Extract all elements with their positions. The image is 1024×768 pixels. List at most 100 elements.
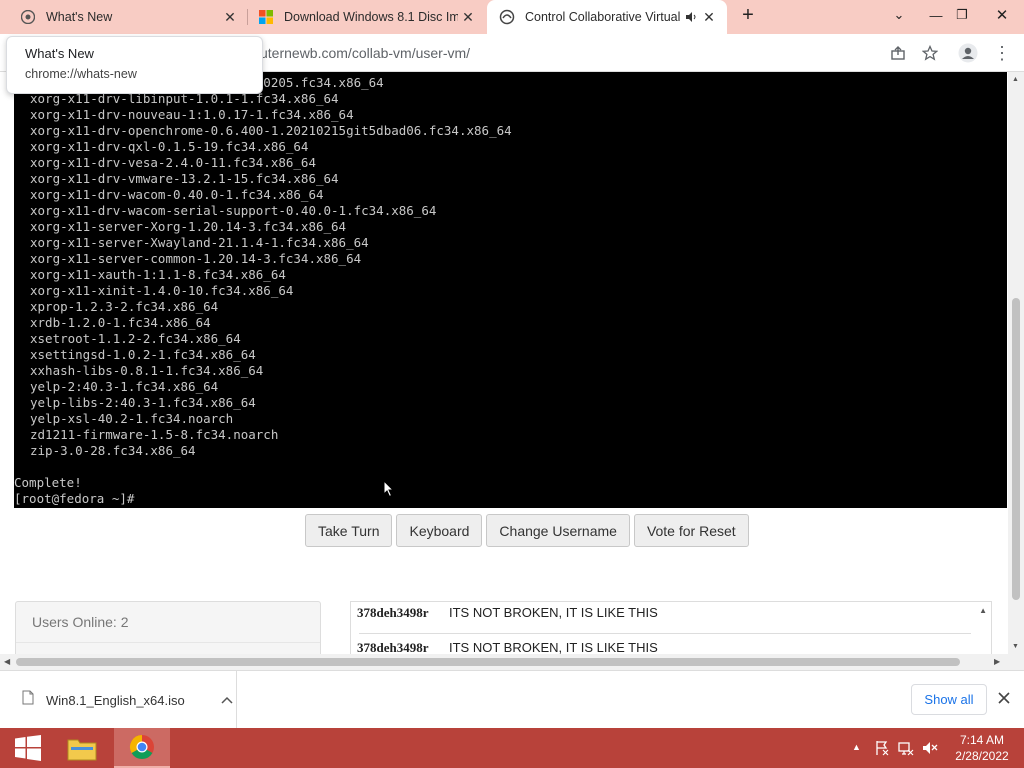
terminal-line: xorg-x11-drv-vesa-2.4.0-11.fc34.x86_64: [30, 155, 316, 170]
terminal-line: xorg-x11-drv-wacom-serial-support-0.40.0…: [30, 203, 437, 218]
new-tab-button[interactable]: +: [731, 0, 765, 30]
chat-message: 378deh3498r ITS NOT BROKEN, IT IS LIKE T…: [357, 640, 658, 654]
terminal-line: zip-3.0-28.fc34.x86_64: [30, 443, 196, 458]
file-icon: [22, 690, 34, 710]
chat-text: ITS NOT BROKEN, IT IS LIKE THIS: [449, 640, 658, 654]
scroll-left-icon[interactable]: ◀: [4, 657, 10, 666]
tab-collabvm[interactable]: Control Collaborative Virtual ✕: [487, 0, 727, 34]
terminal-line: xorg-x11-server-Xwayland-21.1.4-1.fc34.x…: [30, 235, 369, 250]
vote-reset-button[interactable]: Vote for Reset: [633, 514, 749, 547]
terminal-line: xsetroot-1.1.2-2.fc34.x86_64: [30, 331, 241, 346]
mouse-cursor-icon: [383, 480, 395, 498]
collabvm-icon: [499, 9, 515, 25]
keyboard-button[interactable]: Keyboard: [396, 514, 483, 547]
tab-title: Download Windows 8.1 Disc Ima: [284, 10, 458, 24]
terminal-line: xorg-x11-drv-vmware-13.2.1-15.fc34.x86_6…: [30, 171, 339, 186]
scroll-down-icon[interactable]: ▼: [1012, 643, 1019, 650]
tab-title: What's New: [46, 10, 113, 24]
chrome-icon: [20, 9, 36, 25]
horizontal-scrollbar[interactable]: ◀ ▶: [0, 654, 1024, 670]
scroll-up-icon[interactable]: ▲: [1012, 76, 1019, 83]
tab-search-icon[interactable]: ⌄: [882, 0, 916, 30]
terminal-line: xorg-x11-xinit-1.4.0-10.fc34.x86_64: [30, 283, 294, 298]
terminal-line: zd1211-firmware-1.5-8.fc34.noarch: [30, 427, 279, 442]
terminal-line: xorg-x11-drv-nouveau-1:1.0.17-1.fc34.x86…: [30, 107, 354, 122]
take-turn-button[interactable]: Take Turn: [305, 514, 393, 547]
chat-message: 378deh3498r ITS NOT BROKEN, IT IS LIKE T…: [357, 605, 658, 621]
download-filename: Win8.1_English_x64.iso: [46, 692, 185, 708]
terminal-line: xprop-1.2.3-2.fc34.x86_64: [30, 299, 219, 314]
vm-screen-terminal[interactable]: 0.20200205.fc34.x86_64 xorg-x11-drv-libin…: [14, 72, 1007, 508]
close-tab-icon[interactable]: ✕: [458, 7, 478, 27]
terminal-complete-line: Complete!: [14, 475, 82, 490]
terminal-line: yelp-libs-2:40.3-1.fc34.x86_64: [30, 395, 256, 410]
chrome-taskbar-button[interactable]: [114, 728, 170, 768]
scroll-thumb[interactable]: [1012, 298, 1020, 600]
bookmark-star-icon[interactable]: [918, 41, 942, 65]
share-icon[interactable]: [886, 41, 910, 65]
tooltip-url: chrome://whats-new: [25, 67, 137, 81]
clock-date: 2/28/2022: [955, 749, 1009, 763]
terminal-line: yelp-xsl-40.2-1.fc34.noarch: [30, 411, 234, 426]
chat-username: 378deh3498r: [357, 605, 429, 620]
clock-time: 7:14 AM: [959, 733, 1005, 747]
tab-strip: What's New ✕ Download Windows 8.1 Disc I…: [0, 0, 1024, 34]
tab-hover-tooltip: What's New chrome://whats-new: [6, 36, 263, 94]
terminal-line: xorg-x11-drv-wacom-0.40.0-1.fc34.x86_64: [30, 187, 324, 202]
file-explorer-button[interactable]: [54, 728, 110, 768]
close-download-bar-icon[interactable]: [998, 691, 1010, 709]
chat-panel: 378deh3498r ITS NOT BROKEN, IT IS LIKE T…: [350, 601, 992, 654]
terminal-line: xorg-x11-xauth-1:1.1-8.fc34.x86_64: [30, 267, 286, 282]
users-online-panel: Users Online: 2: [15, 601, 321, 654]
page-viewport: 0.20200205.fc34.x86_64 xorg-x11-drv-libin…: [0, 72, 1008, 654]
chat-scroll-up-icon[interactable]: ▲: [979, 606, 987, 615]
vm-control-buttons: Take Turn Keyboard Change Username Vote …: [305, 514, 749, 547]
terminal-line: xorg-x11-drv-openchrome-0.6.400-1.202102…: [30, 123, 512, 138]
close-tab-icon[interactable]: ✕: [699, 7, 719, 27]
profile-avatar-icon[interactable]: [956, 41, 980, 65]
windows-taskbar: ▲ 7:14 AM 2/28/2022: [0, 728, 1024, 768]
url-text: uternewb.com/collab-vm/user-vm/: [260, 45, 471, 61]
tab-download-windows[interactable]: Download Windows 8.1 Disc Ima ✕: [248, 0, 486, 34]
vertical-scrollbar[interactable]: ▲ ▼: [1008, 72, 1024, 654]
address-bar[interactable]: uternewb.com/collab-vm/user-vm/: [246, 39, 876, 67]
windows-start-icon: [15, 735, 41, 761]
chat-username: 378deh3498r: [357, 640, 429, 654]
menu-kebab-icon[interactable]: ⋮: [990, 41, 1014, 65]
tab-title: Control Collaborative Virtual: [525, 10, 681, 24]
terminal-line: xrdb-1.2.0-1.fc34.x86_64: [30, 315, 211, 330]
folder-icon: [67, 739, 97, 761]
chat-text: ITS NOT BROKEN, IT IS LIKE THIS: [449, 605, 658, 620]
download-bar: Win8.1_English_x64.iso Show all: [0, 670, 1024, 729]
chat-divider: [359, 633, 971, 634]
scroll-right-icon[interactable]: ▶: [994, 657, 1000, 666]
terminal-line: xorg-x11-server-Xorg-1.20.14-3.fc34.x86_…: [30, 219, 347, 234]
chevron-up-icon[interactable]: [221, 691, 233, 709]
system-clock[interactable]: 7:14 AM 2/28/2022: [946, 732, 1018, 764]
close-tab-icon[interactable]: ✕: [220, 7, 240, 27]
volume-muted-icon[interactable]: [922, 740, 938, 759]
action-center-flag-icon[interactable]: [874, 740, 890, 759]
close-window-button[interactable]: ✕: [985, 0, 1019, 30]
download-item[interactable]: Win8.1_English_x64.iso: [0, 671, 237, 729]
users-online-header: Users Online: 2: [16, 602, 320, 643]
show-all-button[interactable]: Show all: [911, 684, 987, 715]
terminal-line: yelp-2:40.3-1.fc34.x86_64: [30, 379, 219, 394]
terminal-line: xorg-x11-server-common-1.20.14-3.fc34.x8…: [30, 251, 362, 266]
windows-logo-icon: [258, 9, 274, 25]
change-username-button[interactable]: Change Username: [486, 514, 630, 547]
terminal-line: xsettingsd-1.0.2-1.fc34.x86_64: [30, 347, 256, 362]
scroll-thumb[interactable]: [16, 658, 960, 666]
tray-overflow-icon[interactable]: ▲: [852, 742, 861, 752]
restore-button[interactable]: ❐: [945, 0, 979, 30]
terminal-line: xorg-x11-drv-qxl-0.1.5-19.fc34.x86_64: [30, 139, 309, 154]
network-icon[interactable]: [898, 740, 914, 759]
tab-whats-new[interactable]: What's New ✕: [0, 0, 248, 34]
speaker-icon[interactable]: [683, 11, 699, 23]
start-button[interactable]: [0, 728, 56, 768]
tooltip-title: What's New: [25, 46, 94, 61]
terminal-prompt: [root@fedora ~]#: [14, 491, 135, 506]
terminal-line: xxhash-libs-0.8.1-1.fc34.x86_64: [30, 363, 264, 378]
chrome-logo-icon: [129, 735, 154, 760]
